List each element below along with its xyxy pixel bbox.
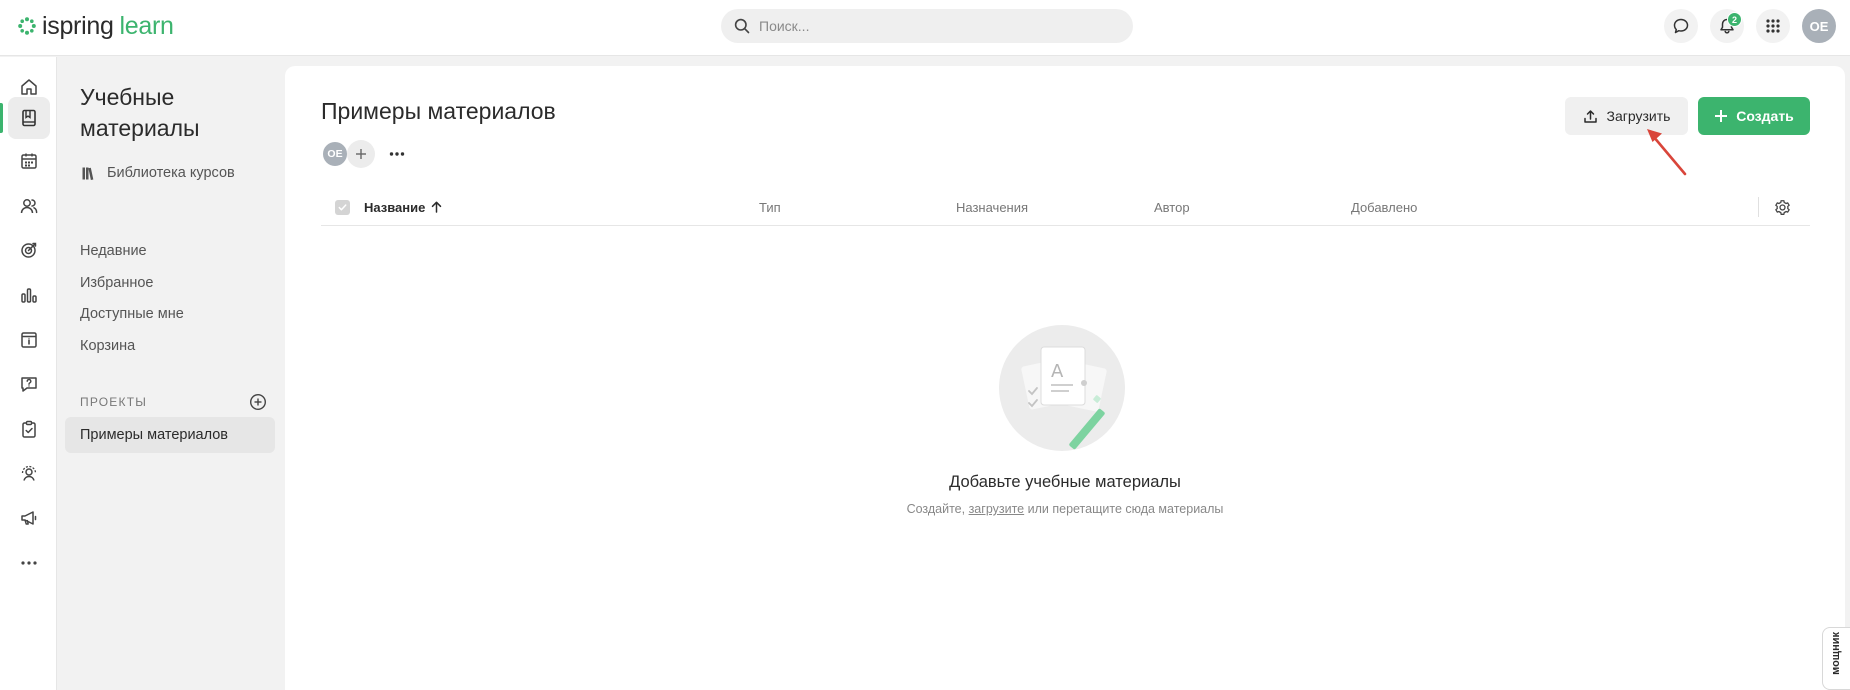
rail-user-settings[interactable] [8, 453, 50, 495]
apps-grid-icon [1766, 19, 1780, 33]
svg-text:A: A [1051, 361, 1064, 382]
more-dots-icon [389, 152, 405, 156]
empty-state-subtitle: Создайте, загрузите или перетащите сюда … [285, 502, 1845, 516]
column-settings-button[interactable] [1772, 197, 1792, 217]
plus-icon [1715, 110, 1728, 122]
assistant-side-tab[interactable]: мощник [1822, 627, 1850, 690]
project-members: OE [321, 140, 409, 168]
megaphone-icon [21, 511, 37, 525]
info-board-icon [21, 332, 37, 348]
logo-text-ispring: ispring [42, 11, 114, 40]
logo-text-learn: learn [119, 11, 174, 40]
add-member-button[interactable] [347, 140, 375, 168]
logo-text: ispring learn [42, 12, 174, 41]
materials-table-header: Название Тип Назначения Автор Добавлено [321, 188, 1810, 226]
users-icon [20, 199, 38, 214]
rail-announcements[interactable] [8, 497, 50, 539]
rail-calendar[interactable] [8, 140, 50, 182]
search-input[interactable] [759, 18, 1099, 34]
clipboard-check-icon [22, 420, 36, 438]
add-project-icon[interactable] [249, 393, 267, 411]
member-avatar[interactable]: OE [321, 140, 349, 168]
column-header-name[interactable]: Название [364, 188, 442, 226]
sort-ascending-icon [432, 201, 442, 213]
rail-tasks[interactable] [8, 408, 50, 450]
upload-icon [1583, 109, 1597, 123]
rail-goals[interactable] [8, 229, 50, 271]
empty-materials-illustration-icon: A [999, 325, 1125, 451]
assistant-side-tab-label: мощник [1830, 632, 1842, 675]
notification-count-badge: 2 [1727, 12, 1742, 27]
sidebar-item-recent[interactable]: Недавние [80, 243, 147, 259]
rail-reports[interactable] [8, 274, 50, 316]
gear-icon [1774, 199, 1790, 215]
rail-more[interactable] [8, 542, 50, 584]
chat-button[interactable] [1664, 9, 1698, 43]
sidebar-project-item[interactable]: Примеры материалов [65, 417, 275, 453]
upload-link[interactable]: загрузите [969, 502, 1025, 516]
column-header-added[interactable]: Добавлено [1351, 188, 1417, 226]
column-header-assignments[interactable]: Назначения [956, 188, 1028, 226]
create-button-label: Создать [1736, 108, 1794, 124]
book-icon [22, 109, 36, 127]
rail-users[interactable] [8, 185, 50, 227]
sidebar-item-favorites[interactable]: Избранное [80, 275, 153, 291]
projects-label: ПРОЕКТЫ [80, 395, 148, 409]
upload-button-label: Загрузить [1606, 108, 1671, 124]
more-icon [21, 561, 37, 565]
check-icon [338, 204, 347, 211]
user-settings-icon [21, 465, 37, 481]
more-options-button[interactable] [385, 140, 409, 168]
column-header-type[interactable]: Тип [759, 188, 781, 226]
sidebar-item-shared[interactable]: Доступные мне [80, 306, 184, 322]
column-header-name-label: Название [364, 199, 426, 215]
sidebar-item-trash[interactable]: Корзина [80, 338, 135, 354]
chart-icon [21, 288, 37, 303]
notifications-button[interactable]: 2 [1710, 9, 1744, 43]
user-avatar[interactable]: OE [1802, 9, 1836, 43]
top-bar: ispringlearn 2 OE [0, 0, 1850, 56]
empty-state-text-after: или перетащите сюда материалы [1024, 502, 1224, 516]
select-all-checkbox[interactable] [335, 200, 350, 215]
annotation-arrow-icon [1647, 129, 1687, 176]
calendar-icon [21, 153, 37, 169]
empty-state-text-before: Создайте, [906, 502, 969, 516]
plus-icon [356, 149, 366, 159]
projects-section-header: ПРОЕКТЫ [80, 393, 267, 411]
ispring-logo-icon [18, 17, 36, 35]
rail-help[interactable] [8, 363, 50, 405]
rail-materials[interactable] [0, 97, 50, 139]
search-bar[interactable] [721, 9, 1133, 43]
library-icon [82, 167, 94, 181]
icon-rail [0, 57, 57, 690]
main-content: Примеры материалов OE Загрузить Создать … [285, 66, 1845, 690]
chat-bubble-icon [1673, 18, 1689, 34]
sidebar: Учебные материалы Библиотека курсов Неда… [57, 57, 285, 690]
sidebar-title: Учебные материалы [80, 84, 200, 141]
search-icon [734, 18, 750, 34]
column-header-author[interactable]: Автор [1154, 188, 1190, 226]
create-button[interactable]: Создать [1698, 97, 1810, 135]
logo[interactable]: ispring learn [18, 11, 174, 41]
page-title: Примеры материалов [321, 98, 556, 124]
empty-state-title: Добавьте учебные материалы [949, 473, 1181, 491]
question-icon [21, 377, 37, 392]
sidebar-item-course-library[interactable]: Библиотека курсов [81, 165, 235, 181]
home-icon [21, 79, 37, 95]
column-divider [1758, 197, 1759, 217]
apps-button[interactable] [1756, 9, 1790, 43]
target-icon [21, 242, 37, 258]
sidebar-item-label: Библиотека курсов [107, 165, 235, 181]
rail-info[interactable] [8, 319, 50, 361]
